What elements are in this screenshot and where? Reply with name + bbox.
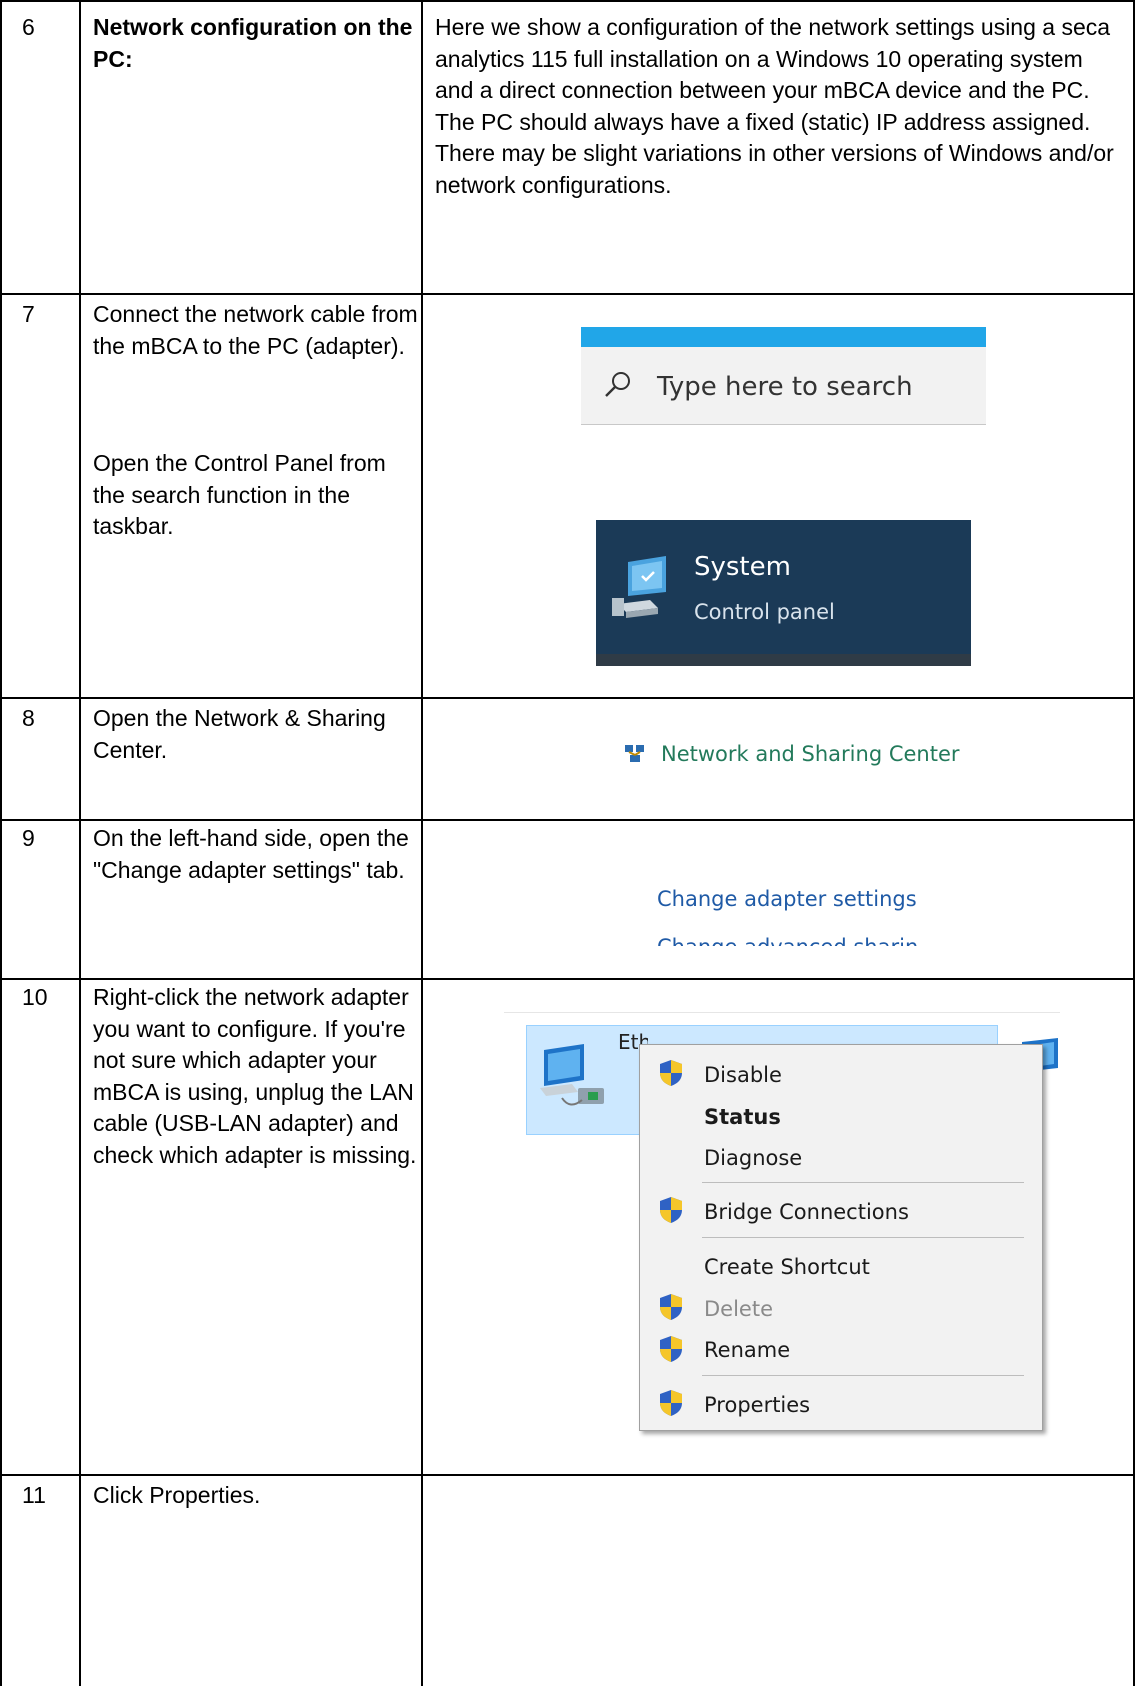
uac-shield-icon xyxy=(660,1060,682,1086)
clipped-link-container: Change advanced sharing xyxy=(657,935,917,946)
row-divider xyxy=(0,819,1135,821)
step-text: On the left-hand side, open the "Change … xyxy=(93,825,409,883)
step-number: 10 xyxy=(22,984,48,1010)
table-border-top xyxy=(0,0,1135,2)
row-divider xyxy=(0,697,1135,699)
step-number: 9 xyxy=(22,825,35,851)
menu-item-disable[interactable]: Disable xyxy=(704,1063,782,1087)
search-placeholder: Type here to search xyxy=(657,372,913,402)
step-number: 11 xyxy=(22,1482,46,1508)
uac-shield-icon xyxy=(660,1390,682,1416)
network-center-icon xyxy=(625,745,644,762)
uac-shield-icon xyxy=(660,1336,682,1362)
context-menu: Disable Status Diagnose Bridge Connectio… xyxy=(639,1044,1043,1431)
search-icon xyxy=(605,372,630,397)
step-number: 8 xyxy=(22,705,35,731)
menu-item-status[interactable]: Status xyxy=(704,1105,781,1129)
network-adapter-icon xyxy=(540,1044,604,1106)
step-text: Right-click the network adapter you want… xyxy=(93,984,417,1168)
network-sharing-center-link[interactable]: Network and Sharing Center xyxy=(661,742,960,766)
menu-item-diagnose[interactable]: Diagnose xyxy=(704,1146,802,1170)
change-advanced-sharing-link[interactable]: Change advanced sharing xyxy=(657,935,917,946)
search-result-system[interactable]: System Control panel xyxy=(596,520,971,666)
menu-item-rename[interactable]: Rename xyxy=(704,1338,790,1362)
menu-item-delete[interactable]: Delete xyxy=(704,1297,773,1321)
menu-separator xyxy=(702,1375,1024,1376)
step-text: Open the Network & Sharing Center. xyxy=(93,705,386,763)
adapter-area-divider xyxy=(504,1012,1060,1013)
change-adapter-settings-link[interactable]: Change adapter settings xyxy=(657,887,917,911)
step-text: Connect the network cable from the mBCA … xyxy=(93,301,418,359)
row-divider xyxy=(0,978,1135,980)
menu-item-create-shortcut[interactable]: Create Shortcut xyxy=(704,1255,870,1279)
search-accent-bar xyxy=(581,327,986,347)
menu-separator xyxy=(702,1182,1024,1183)
table-border-right xyxy=(1133,0,1135,1686)
step-number: 6 xyxy=(22,14,35,40)
tile-footer-bar xyxy=(596,654,971,666)
result-title: System xyxy=(694,552,791,582)
row-divider xyxy=(0,293,1135,295)
column-divider xyxy=(79,0,81,1686)
row-divider xyxy=(0,1474,1135,1476)
computer-icon xyxy=(612,556,666,618)
menu-item-bridge-connections[interactable]: Bridge Connections xyxy=(704,1200,909,1224)
step-text: Click Properties. xyxy=(93,1482,261,1508)
section-heading: Network configuration on the PC: xyxy=(93,14,413,72)
menu-item-properties[interactable]: Properties xyxy=(704,1393,810,1417)
step-number: 7 xyxy=(22,301,35,327)
table-border-left xyxy=(0,0,2,1686)
section-description: Here we show a configuration of the netw… xyxy=(435,14,1114,198)
uac-shield-icon xyxy=(660,1197,682,1223)
step-text-extra: Open the Control Panel from the search f… xyxy=(93,450,386,539)
result-subtitle: Control panel xyxy=(694,600,835,624)
taskbar-search-box[interactable]: Type here to search xyxy=(581,327,986,425)
menu-separator xyxy=(702,1237,1024,1238)
uac-shield-icon xyxy=(660,1294,682,1320)
